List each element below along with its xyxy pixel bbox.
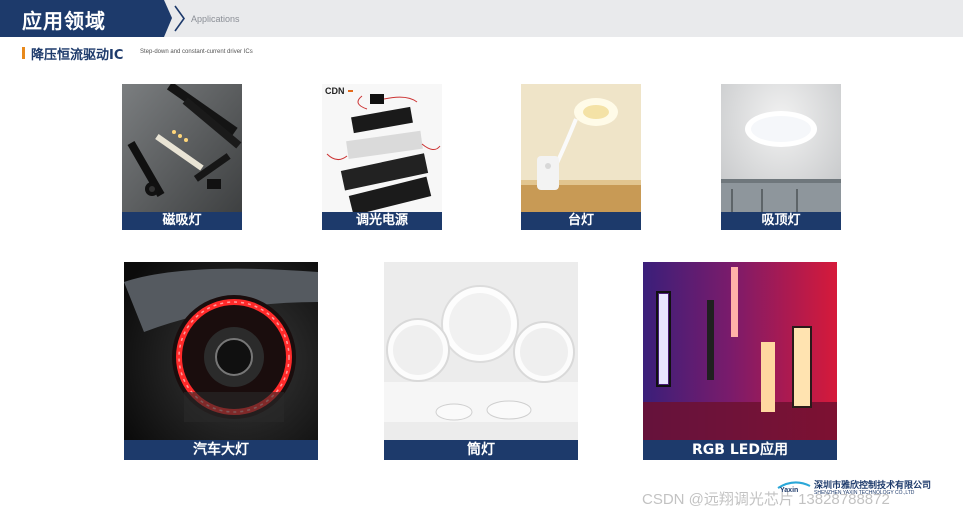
section-accent-bar (22, 47, 25, 59)
product-label: RGB LED应用 (643, 440, 837, 460)
product-card-desk-lamp: 台灯 (521, 84, 641, 230)
dimming-power-supply-photo: CDN (322, 84, 442, 230)
product-card-dimming-power: CDN 调光电源 (322, 84, 442, 230)
product-label: 调光电源 (322, 212, 442, 230)
watermark: CSDN @远翔调光芯片 13828788872 (642, 491, 890, 508)
product-label: 磁吸灯 (122, 212, 242, 230)
car-headlight-photo (124, 262, 318, 460)
downlight-photo (384, 262, 578, 460)
magnetic-track-light-photo (122, 84, 242, 230)
header-title-block: 应用领域 (0, 0, 172, 37)
product-label: 吸顶灯 (721, 212, 841, 230)
ceiling-light-photo (721, 84, 841, 230)
product-label: 汽车大灯 (124, 440, 318, 460)
chevron-right-icon (174, 5, 185, 32)
page-title: 应用领域 (22, 9, 106, 33)
product-card-magnetic-light: 磁吸灯 (122, 84, 242, 230)
product-label: 台灯 (521, 212, 641, 230)
product-card-car-headlight: 汽车大灯 (124, 262, 318, 460)
page-subtitle: Applications (191, 14, 240, 24)
section-subtitle: Step-down and constant-current driver IC… (140, 49, 253, 55)
product-card-downlight: 筒灯 (384, 262, 578, 460)
rgb-led-tubes-photo (643, 262, 837, 460)
product-card-rgb-led: RGB LED应用 (643, 262, 837, 460)
desk-lamp-photo (521, 84, 641, 230)
slide: 应用领域 Applications 降压恒流驱动IC Step-down and… (0, 0, 963, 514)
product-card-ceiling-light: 吸顶灯 (721, 84, 841, 230)
product-label: 筒灯 (384, 440, 578, 460)
brand-logo-text: CDN (325, 86, 345, 96)
section-title: 降压恒流驱动IC (31, 48, 124, 63)
